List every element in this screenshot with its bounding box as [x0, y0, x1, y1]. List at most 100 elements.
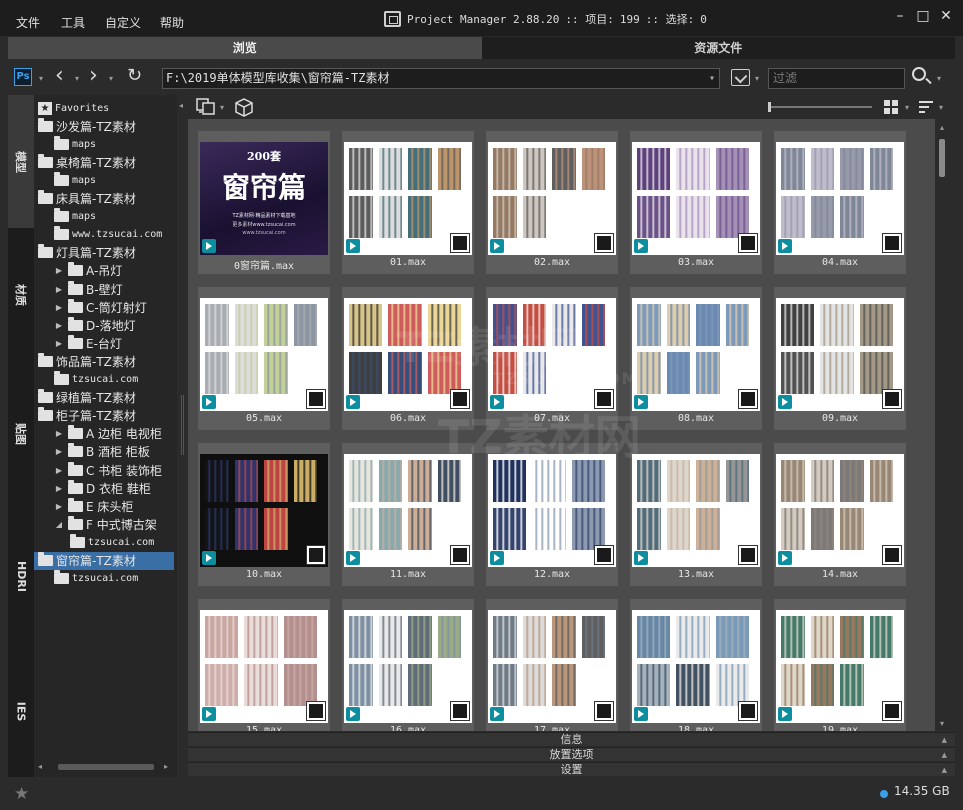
- refresh-icon[interactable]: ↻: [127, 64, 142, 88]
- tree-item[interactable]: ▶ C 书柜 装饰柜: [34, 461, 174, 479]
- side-tab-maps[interactable]: 贴图: [8, 361, 34, 506]
- tree-item[interactable]: ▶ B 酒柜 柜板: [34, 443, 174, 461]
- tree-item[interactable]: 饰品篇-TZ素材: [34, 352, 174, 370]
- menu-help[interactable]: 帮助: [160, 14, 184, 31]
- scroll-up-icon[interactable]: ▴: [940, 123, 944, 132]
- expand-arrow-icon[interactable]: ▶: [54, 303, 64, 312]
- thumbnail-item[interactable]: 16.max: [342, 599, 474, 731]
- tree-item[interactable]: tzsucai.com: [34, 570, 174, 588]
- path-dropdown-icon[interactable]: ▾: [709, 69, 715, 88]
- collapse-arrow-icon[interactable]: ◢: [54, 520, 64, 529]
- close-icon[interactable]: ✕: [939, 9, 953, 23]
- back-dropdown-icon[interactable]: ▾: [75, 74, 79, 83]
- panel-info[interactable]: 信息 ▲: [188, 732, 955, 746]
- thumbnail-item[interactable]: 01.max: [342, 131, 474, 274]
- tree-item[interactable]: maps: [34, 171, 174, 189]
- tree-item[interactable]: ★ Favorites: [34, 99, 174, 117]
- thumbnail-item[interactable]: 11.max: [342, 443, 474, 586]
- tree-item[interactable]: ▶ A-吊灯: [34, 262, 174, 280]
- favorite-star-icon[interactable]: ★: [14, 784, 29, 804]
- thumbnail-item[interactable]: 08.max: [630, 287, 762, 430]
- search-dropdown-icon[interactable]: ▾: [937, 74, 941, 83]
- thumbnail-item[interactable]: 15.max: [198, 599, 330, 731]
- panel-settings[interactable]: 设置 ▲: [188, 762, 955, 776]
- sort-dropdown-icon[interactable]: ▾: [939, 103, 943, 112]
- thumbnail-item[interactable]: 05.max: [198, 287, 330, 430]
- thumbnail-item[interactable]: 10.max: [198, 443, 330, 586]
- thumbnail-item[interactable]: 07.max: [486, 287, 618, 430]
- recent-dropdown-icon[interactable]: ▾: [755, 74, 759, 83]
- photoshop-icon[interactable]: Ps: [14, 68, 32, 86]
- minimize-icon[interactable]: –: [893, 9, 907, 23]
- side-tab-ies[interactable]: IES: [8, 646, 34, 777]
- forward-icon[interactable]: ›: [89, 64, 98, 88]
- splitter-grip[interactable]: [181, 395, 184, 455]
- tree-item[interactable]: 灯具篇-TZ素材: [34, 244, 174, 262]
- thumbnail-item[interactable]: 09.max: [774, 287, 906, 430]
- tab-resource-files[interactable]: 资源文件: [481, 37, 955, 59]
- thumbnail-item[interactable]: 03.max: [630, 131, 762, 274]
- grid-view-icon[interactable]: [883, 99, 899, 115]
- thumbnail-size-slider[interactable]: [768, 102, 872, 112]
- expand-arrow-icon[interactable]: ▶: [54, 285, 64, 294]
- sort-icon[interactable]: [918, 99, 934, 115]
- tree-item[interactable]: ▶ E-台灯: [34, 334, 174, 352]
- filter-input[interactable]: 过滤: [768, 68, 905, 89]
- tree-item[interactable]: 桌椅篇-TZ素材: [34, 153, 174, 171]
- tree-item[interactable]: tzsucai.com: [34, 371, 174, 389]
- tree-item[interactable]: 柜子篇-TZ素材: [34, 407, 174, 425]
- expand-arrow-icon[interactable]: ▶: [54, 466, 64, 475]
- thumbnail-item[interactable]: 12.max: [486, 443, 618, 586]
- thumbnail-item[interactable]: 19.max: [774, 599, 906, 731]
- path-input[interactable]: F:\2019单体模型库收集\窗帘篇-TZ素材 ▾: [162, 68, 720, 89]
- sync-icon[interactable]: [196, 97, 216, 115]
- expand-arrow-icon[interactable]: ▶: [54, 339, 64, 348]
- tree-scroll-thumb[interactable]: [58, 764, 154, 770]
- panel-splitter[interactable]: ◂: [179, 95, 187, 777]
- tree-item[interactable]: ◢ F 中式博古架: [34, 515, 174, 533]
- tree-item[interactable]: 床具篇-TZ素材: [34, 190, 174, 208]
- menu-file[interactable]: 文件: [16, 14, 40, 31]
- ps-dropdown-icon[interactable]: ▾: [39, 74, 43, 83]
- expand-arrow-icon[interactable]: ▶: [54, 321, 64, 330]
- sync-dropdown-icon[interactable]: ▾: [220, 103, 224, 112]
- tree-horizontal-scrollbar[interactable]: ◂ ▸: [34, 760, 177, 774]
- maximize-icon[interactable]: □: [916, 9, 930, 23]
- package-icon[interactable]: [234, 97, 254, 117]
- thumbnail-item[interactable]: 17.max: [486, 599, 618, 731]
- expand-arrow-icon[interactable]: ▶: [54, 502, 64, 511]
- tree-item[interactable]: ▶ B-壁灯: [34, 280, 174, 298]
- tree-item[interactable]: ▶ D-落地灯: [34, 316, 174, 334]
- side-tab-models[interactable]: 模型: [8, 95, 34, 228]
- side-tab-hdri[interactable]: HDRI: [8, 506, 34, 646]
- expand-arrow-icon[interactable]: ▶: [54, 447, 64, 456]
- collapse-tree-icon[interactable]: ◂: [179, 101, 183, 110]
- back-icon[interactable]: ‹: [55, 64, 64, 88]
- menu-tools[interactable]: 工具: [61, 14, 85, 31]
- expand-arrow-icon[interactable]: ▶: [54, 484, 64, 493]
- recent-paths-icon[interactable]: [731, 69, 750, 86]
- thumbnail-item[interactable]: 06.max: [342, 287, 474, 430]
- tree-item[interactable]: ▶ E 床头柜: [34, 497, 174, 515]
- grid-vertical-scrollbar[interactable]: ▴ ▾: [935, 119, 955, 731]
- search-icon[interactable]: [912, 67, 926, 81]
- scroll-down-icon[interactable]: ▾: [940, 719, 944, 728]
- thumbnail-item[interactable]: 200套 窗帘篇 TZ素材网·精品素材下载基地 更多素材www.tzsucai.com…: [198, 131, 330, 274]
- grid-scroll-thumb[interactable]: [939, 139, 945, 177]
- view-dropdown-icon[interactable]: ▾: [905, 103, 909, 112]
- scroll-right-icon[interactable]: ▸: [164, 762, 168, 771]
- expand-arrow-icon[interactable]: ▶: [54, 266, 64, 275]
- tree-item[interactable]: 窗帘篇-TZ素材: [34, 551, 174, 570]
- thumbnail-item[interactable]: 04.max: [774, 131, 906, 274]
- side-tab-materials[interactable]: 材质: [8, 228, 34, 361]
- tree-item[interactable]: ▶ D 衣柜 鞋柜: [34, 479, 174, 497]
- thumbnail-item[interactable]: 02.max: [486, 131, 618, 274]
- tree-item[interactable]: maps: [34, 208, 174, 226]
- tree-item[interactable]: 绿植篇-TZ素材: [34, 389, 174, 407]
- thumbnail-item[interactable]: 14.max: [774, 443, 906, 586]
- tree-item[interactable]: 沙发篇-TZ素材: [34, 117, 174, 135]
- tab-browse[interactable]: 浏览: [8, 37, 482, 59]
- tree-item[interactable]: ▶ A 边柜 电视柜: [34, 425, 174, 443]
- scroll-left-icon[interactable]: ◂: [38, 762, 42, 771]
- menu-customize[interactable]: 自定义: [105, 14, 141, 31]
